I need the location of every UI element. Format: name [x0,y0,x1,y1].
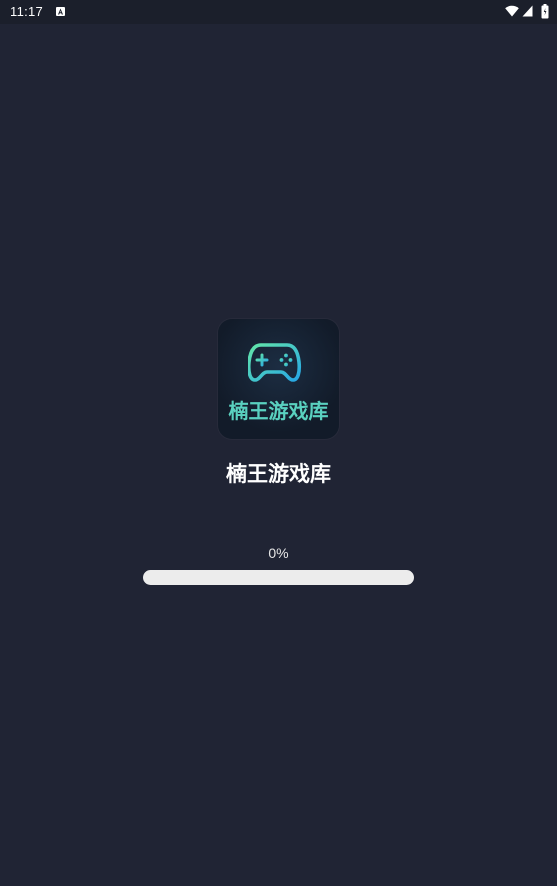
gamepad-icon [248,329,302,382]
progress-bar [143,570,414,585]
wifi-icon [505,5,519,17]
progress-percentage: 0% [268,545,289,561]
status-time: 11:17 [10,4,44,19]
battery-icon [541,4,549,19]
app-name: 楠王游戏库 [226,463,331,486]
accessibility-notification-icon [56,7,65,16]
app-logo: 楠王游戏库 [218,319,339,439]
status-bar: 11:17 [0,0,557,24]
signal-icon [522,5,533,17]
app-logo-label: 楠王游戏库 [228,401,329,423]
